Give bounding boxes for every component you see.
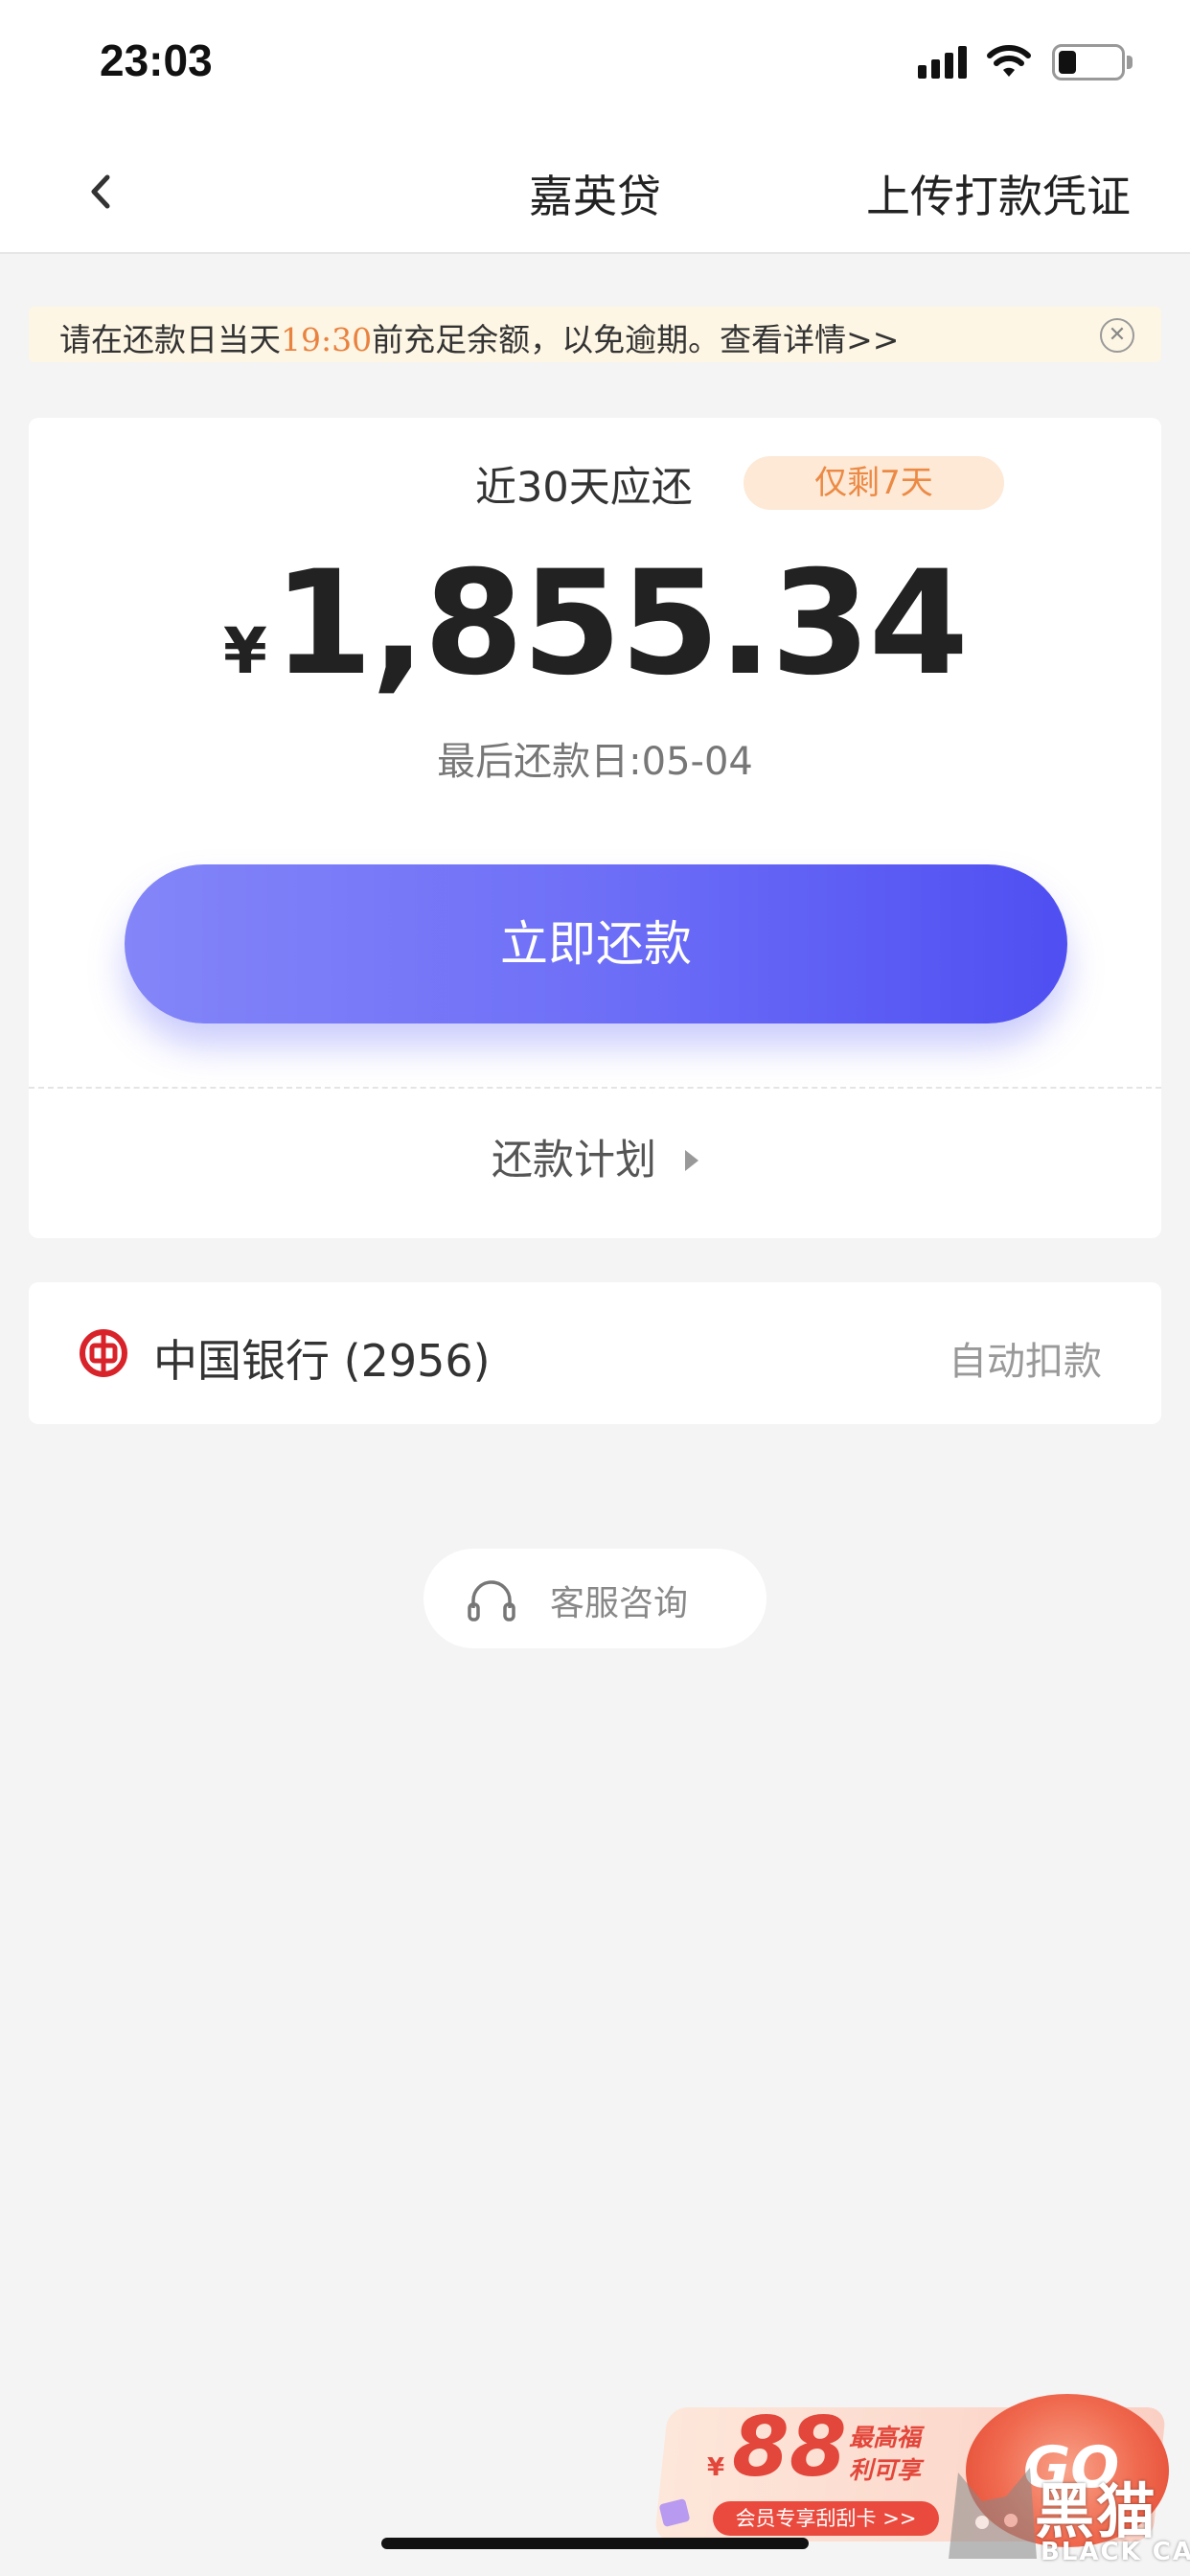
promo-amount: 88 <box>732 2400 847 2496</box>
notice-text: 请在还款日当天19:30前充足余额，以免逾期。查看详情>> <box>59 314 899 360</box>
customer-service-button[interactable]: 客服咨询 <box>423 1549 767 1648</box>
notice-suffix[interactable]: 前充足余额，以免逾期。查看详情>> <box>372 321 899 358</box>
triangle-right-icon <box>685 1149 698 1171</box>
nav-bar: 嘉英贷 上传打款凭证 <box>0 129 1190 254</box>
close-icon[interactable]: ✕ <box>1100 318 1134 353</box>
due-date: 最后还款日:05-04 <box>437 740 753 784</box>
headset-icon <box>468 1580 515 1622</box>
bank-of-china-icon <box>80 1329 127 1377</box>
watermark-text: 黑猫 <box>1035 2476 1158 2546</box>
period-label: 近30天应还 <box>475 464 693 512</box>
upload-proof-button[interactable]: 上传打款凭证 <box>866 162 1131 225</box>
cellular-signal-icon <box>918 46 968 79</box>
promo-scratch-card-button[interactable]: 会员专享刮刮卡 >> <box>713 2501 939 2536</box>
amount-due: ¥1,855.34 <box>29 540 1161 707</box>
repayment-notice[interactable]: 请在还款日当天19:30前充足余额，以免逾期。查看详情>> ✕ <box>29 307 1161 362</box>
notice-time: 19:30 <box>281 321 373 358</box>
repayment-plan-row[interactable]: 还款计划 <box>29 1087 1161 1238</box>
service-label: 客服咨询 <box>550 1584 689 1623</box>
amount-value: 1,855.34 <box>272 540 969 707</box>
wifi-icon <box>987 45 1031 77</box>
bank-card-row[interactable]: 中国银行 (2956) 自动扣款 <box>29 1282 1161 1424</box>
currency-symbol: ¥ <box>222 614 267 688</box>
status-time: 23:03 <box>100 35 213 85</box>
auto-debit-label: 自动扣款 <box>949 1340 1102 1384</box>
status-bar: 23:03 <box>0 0 1190 129</box>
repayment-plan-link[interactable]: 还款计划 <box>29 1127 1161 1186</box>
promo-line2: 利可享 <box>849 2456 922 2484</box>
home-indicator <box>381 2538 809 2549</box>
page: 23:03 嘉英贷 上传打款凭证 请在还款日当天19:30前充足余额，以免逾期。… <box>0 0 1190 2576</box>
repay-now-button[interactable]: 立即还款 <box>125 864 1067 1024</box>
watermark-sub: BLACK CAT <box>1041 2538 1190 2566</box>
bank-name: 中国银行 (2956) <box>153 1335 491 1387</box>
promo-line1: 最高福 <box>849 2424 922 2451</box>
battery-icon <box>1052 44 1125 80</box>
days-left-badge: 仅剩7天 <box>744 456 1004 510</box>
repayment-card: 近30天应还 仅剩7天 ¥1,855.34 最后还款日:05-04 立即还款 <box>29 418 1161 1087</box>
plan-label: 还款计划 <box>492 1137 656 1184</box>
battery-cap <box>1127 56 1133 69</box>
promo-currency: ¥ <box>707 2453 725 2482</box>
notice-prefix: 请在还款日当天 <box>59 321 281 358</box>
